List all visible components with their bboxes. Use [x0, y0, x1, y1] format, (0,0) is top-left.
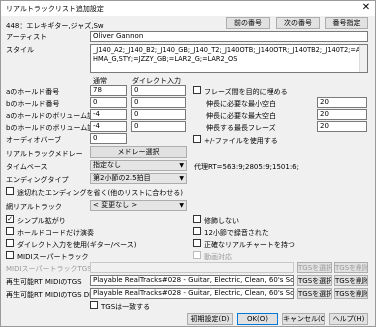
midi-supertrack-checkbox[interactable]	[6, 251, 14, 259]
accurate-chart-label: 正確なリアルチャートを持つ	[204, 241, 295, 249]
plusminus-file-checkbox[interactable]	[193, 135, 201, 143]
truncate-ending-label: 途切れたエンディングを省く(他のリストに合わせる)	[17, 189, 183, 197]
midi-tgs-label: MIDIスーパートラックTGS	[6, 265, 92, 273]
artist-label: アーティスト	[6, 33, 48, 41]
tgs-match-label: TGSは一致する	[101, 303, 151, 311]
help-button[interactable]: ヘルプ(H)	[329, 313, 368, 325]
max-gap-label: 伸長に必要な最大空白	[206, 112, 276, 120]
midi-tgs-delete-button[interactable]: TGSを削除	[334, 262, 368, 273]
ending-select[interactable]: 第2小節の2.5拍目 ▼	[90, 173, 187, 184]
style-textarea[interactable]: _J140_A2;_J140_B2;_J140_GB;_J140_T2;_J14…	[90, 44, 368, 73]
timebase-select[interactable]: 指定なし ▼	[90, 160, 187, 171]
ok-button[interactable]: OK(O)	[237, 313, 278, 325]
rt-midi-tgs-delete-button[interactable]: TGSを削除	[334, 275, 368, 286]
rt-midi-tgs-select-button[interactable]: TGSを選択	[297, 275, 332, 286]
midi-tgs-select-button[interactable]: TGSを選択	[297, 262, 332, 273]
audio-reverb-label: オーディオバーブ	[6, 136, 62, 144]
hold-a-volume-direct-input[interactable]: 0	[131, 109, 186, 120]
style-text: _J140_A2;_J140_B2;_J140_GB;_J140_T2;_J14…	[93, 46, 361, 63]
audio-reverb-input[interactable]: 0	[90, 133, 127, 144]
hold-chord-only-checkbox[interactable]	[6, 227, 14, 235]
track-alias-label: 網リアルトラック	[6, 203, 62, 211]
chevron-down-icon: ▼	[179, 162, 184, 169]
next-button[interactable]: 次の番号	[276, 17, 320, 29]
rt-midi-tgs-di-select-button[interactable]: TGSを選択	[297, 288, 332, 299]
no-ornament-label: 修飾しない	[204, 217, 239, 225]
chevron-down-icon: ▼	[179, 175, 184, 182]
direct-input-checkbox[interactable]	[6, 239, 14, 247]
midi-supertrack-label: MIDIスーパートラック	[17, 253, 89, 261]
close-icon[interactable]: ✕	[359, 2, 373, 14]
midi-tgs-input[interactable]	[90, 262, 294, 273]
video-support-label: 動画対応	[204, 253, 232, 261]
medley-select-button[interactable]: メドレー選択	[90, 146, 187, 158]
simple-spread-label: シンプル拡がり	[17, 217, 66, 225]
reset-defaults-button[interactable]: 初期設定(D)	[187, 313, 233, 325]
medley-label: リアルトラックメドレー	[6, 150, 83, 158]
song-info: 448：エレキギター,ジャズ,Sw	[6, 22, 104, 30]
specify-number-button[interactable]: 番号指定	[325, 17, 368, 29]
video-support-checkbox[interactable]	[193, 251, 201, 259]
track-alias-value: < 変更なし >	[93, 201, 138, 209]
artist-input[interactable]: Oliver Gannon	[90, 31, 368, 42]
timebase-label: タイムベース	[6, 163, 48, 171]
timebase-value: 指定なし	[93, 161, 121, 169]
max-gap-input[interactable]: 20	[317, 109, 367, 120]
chevron-down-icon: ▼	[179, 202, 184, 209]
direct-input-label: ダイレクト入力を使用(ギター/ベース)	[17, 241, 137, 249]
window-title: リアルトラックリスト追加設定	[6, 5, 104, 13]
hold-b-volume-label: bのホールドのボリューム調整	[6, 124, 102, 132]
truncate-ending-checkbox[interactable]	[6, 187, 14, 195]
cancel-button[interactable]: キャンセル(C)	[282, 313, 325, 325]
rt-midi-tgs-input[interactable]: Playable RealTracks#028 - Guitar, Electr…	[90, 275, 294, 286]
prev-button[interactable]: 前の番号	[226, 17, 270, 29]
rt-midi-tgs-di-label: 再生可能RT MIDIのTGS DI	[6, 291, 92, 299]
min-gap-input[interactable]: 20	[317, 97, 367, 108]
hold-a-normal-input[interactable]: 78	[90, 85, 127, 96]
rt-midi-tgs-label: 再生可能RT MIDIのTGS	[6, 278, 82, 286]
rt-midi-tgs-di-input[interactable]: Playable RealTracks#028 - Guitar, Electr…	[90, 288, 294, 299]
no-ornament-checkbox[interactable]	[193, 215, 201, 223]
rt-midi-tgs-di-delete-button[interactable]: TGSを削除	[334, 288, 368, 299]
hold-a-label: aのホールド番号	[6, 88, 60, 96]
recorded-12-bars-checkbox[interactable]	[193, 227, 201, 235]
hold-chord-only-label: ホールドコードだけ演奏	[17, 229, 94, 237]
title-bar: リアルトラックリスト追加設定 ✕	[1, 1, 375, 16]
hold-b-direct-input[interactable]: 0	[131, 97, 186, 108]
hold-b-label: bのホールド番号	[6, 100, 60, 108]
hold-b-volume-direct-input[interactable]: 0	[131, 121, 186, 132]
dialog-window: リアルトラックリスト追加設定 ✕ 448：エレキギター,ジャズ,Sw 前の番号 …	[0, 0, 376, 327]
phrase-fill-checkbox[interactable]	[193, 86, 201, 94]
tgs-match-checkbox[interactable]	[90, 301, 98, 309]
hold-a-volume-label: aのホールドのボリューム調整	[6, 112, 102, 120]
ending-label: エンディングタイプ	[6, 176, 69, 184]
style-scrollbar[interactable]	[359, 45, 367, 72]
track-alias-select[interactable]: < 変更なし > ▼	[90, 200, 187, 211]
plusminus-file-label: +/-ファイルを使用する	[204, 137, 278, 145]
hold-b-volume-normal-input[interactable]: -4	[90, 121, 127, 132]
style-label: スタイル	[6, 46, 34, 54]
simple-spread-checkbox[interactable]: ✓	[6, 215, 14, 223]
phrase-fill-label: フレーズ間を目的に埋める	[204, 88, 288, 96]
hold-a-volume-normal-input[interactable]: -4	[90, 109, 127, 120]
max-phrase-label: 伸長する最長フレーズ	[206, 124, 276, 132]
hold-a-direct-input[interactable]: 0	[131, 85, 186, 96]
proxy-rt-text: 代理RT=563:9;2805:9;1501:6;	[194, 163, 299, 171]
recorded-12-bars-label: 12小節で録音された	[204, 229, 269, 237]
ending-value: 第2小節の2.5拍目	[93, 174, 151, 182]
min-gap-label: 伸長に必要な最小空白	[206, 100, 276, 108]
hold-b-normal-input[interactable]: 0	[90, 97, 127, 108]
max-phrase-input[interactable]: 20	[317, 121, 367, 132]
accurate-chart-checkbox[interactable]	[193, 239, 201, 247]
